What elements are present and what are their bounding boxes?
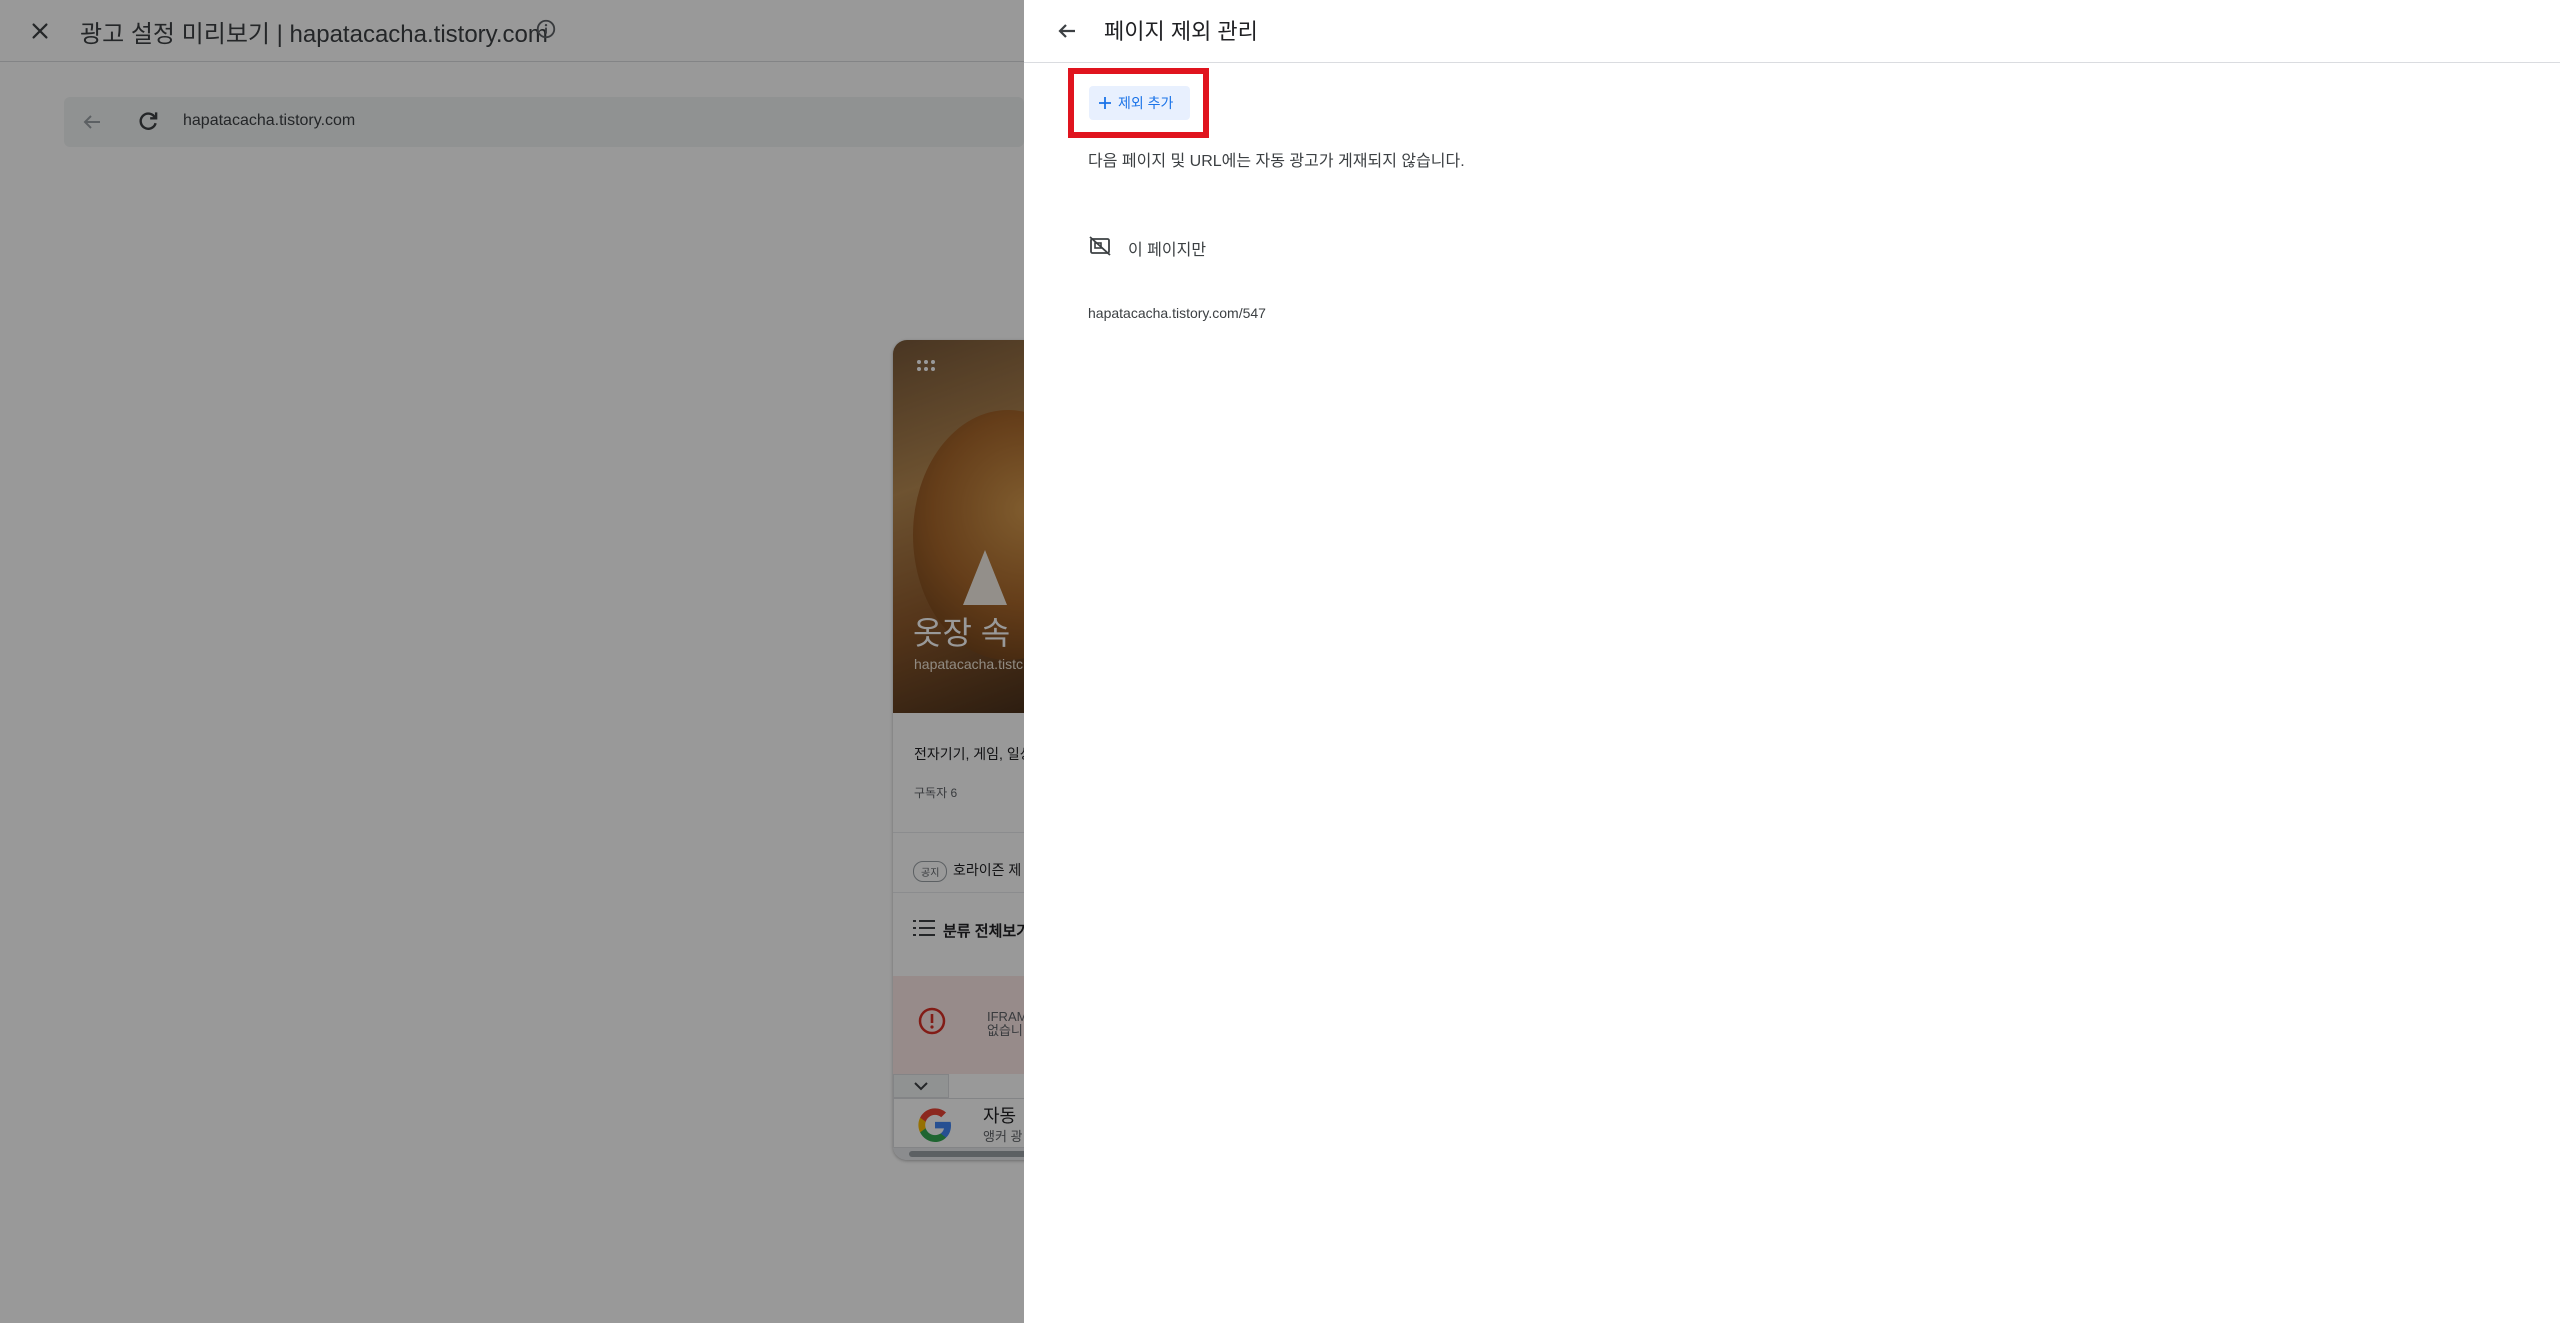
page-exclusion-panel: 페이지 제외 관리 제외 추가 다음 페이지 및 URL에는 자동 광고가 게재… [1024, 0, 2560, 1323]
arrow-back-icon[interactable] [1052, 16, 1082, 46]
add-exclusion-button[interactable]: 제외 추가 [1089, 86, 1190, 120]
exclusion-description: 다음 페이지 및 URL에는 자동 광고가 게재되지 않습니다. [1088, 153, 1465, 170]
ads-off-icon [1088, 234, 1112, 258]
panel-title: 페이지 제외 관리 [1104, 19, 1258, 44]
excluded-url: hapatacacha.tistory.com/547 [1088, 305, 1266, 321]
add-exclusion-label: 제외 추가 [1118, 95, 1174, 111]
exclusion-scope-label: 이 페이지만 [1128, 242, 1207, 259]
plus-icon [1099, 97, 1111, 109]
modal-scrim[interactable] [0, 0, 1024, 1323]
